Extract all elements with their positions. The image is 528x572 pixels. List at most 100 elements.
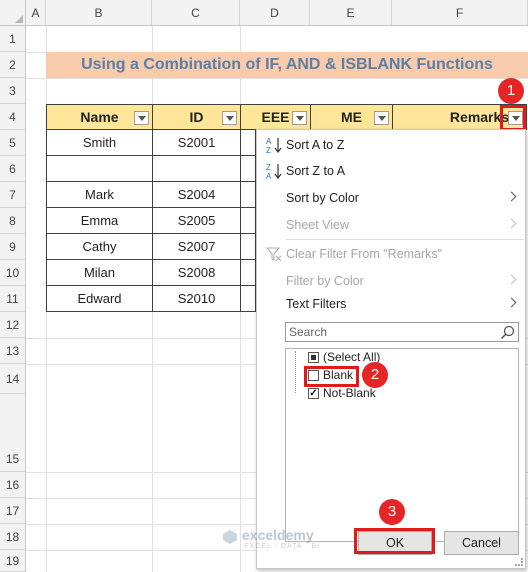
exceldemy-logo-icon — [222, 529, 238, 545]
filter-dropdown-id[interactable] — [222, 111, 237, 125]
cell-name[interactable]: Cathy — [46, 234, 153, 260]
cell-name[interactable]: Edward — [46, 286, 153, 312]
cancel-button[interactable]: Cancel — [444, 531, 519, 555]
filter-search-input[interactable]: Search — [285, 322, 519, 342]
cell-eee[interactable] — [240, 260, 256, 286]
row-header-13[interactable]: 13 — [0, 338, 26, 364]
chevron-right-icon — [506, 191, 517, 202]
step-badge-1: 1 — [498, 78, 524, 104]
col-header-b[interactable]: B — [46, 0, 152, 26]
row-header-19[interactable]: 19 — [0, 550, 26, 572]
menu-sort-a-to-z-label: Sort A to Z — [286, 138, 345, 152]
menu-sheet-view[interactable]: Sheet View — [257, 212, 525, 238]
col-header-d[interactable]: D — [240, 0, 310, 26]
not-blank-checkbox[interactable]: ✓ — [308, 388, 319, 399]
filter-search-placeholder: Search — [289, 325, 328, 339]
header-me-label: ME — [341, 109, 362, 125]
partial-check-icon — [311, 355, 316, 360]
svg-text:Z: Z — [266, 163, 271, 172]
cell-eee[interactable] — [240, 286, 256, 312]
row-header-17[interactable]: 17 — [0, 498, 26, 524]
filter-dropdown-name[interactable] — [134, 111, 149, 125]
cell-id[interactable] — [152, 156, 241, 182]
select-all-checkbox[interactable] — [308, 352, 319, 363]
svg-text:A: A — [266, 172, 272, 180]
watermark-name: exceldemy — [242, 527, 314, 543]
row-header-2[interactable]: 2 — [0, 52, 26, 78]
cell-id[interactable]: S2007 — [152, 234, 241, 260]
row-header-15[interactable]: 15 — [0, 446, 26, 472]
col-header-c[interactable]: C — [152, 0, 240, 26]
cell-name[interactable]: Smith — [46, 130, 153, 156]
highlight-ok — [354, 528, 435, 554]
cell-eee[interactable] — [240, 234, 256, 260]
resize-handle[interactable] — [515, 558, 523, 566]
cell-id[interactable]: S2005 — [152, 208, 241, 234]
highlight-blank — [304, 366, 359, 387]
menu-sort-by-color[interactable]: Sort by Color — [257, 185, 525, 211]
filter-dropdown-me[interactable] — [374, 111, 389, 125]
row-header-8[interactable]: 8 — [0, 208, 26, 234]
row-header-16[interactable]: 16 — [0, 472, 26, 498]
row-header-14[interactable]: 14 — [0, 364, 26, 394]
cell-eee[interactable] — [240, 130, 256, 156]
tree-line — [295, 351, 297, 393]
menu-text-filters[interactable]: Text Filters — [257, 291, 525, 317]
cell-eee[interactable] — [240, 182, 256, 208]
cell-eee[interactable] — [240, 208, 256, 234]
menu-separator — [286, 239, 524, 240]
row-header-12[interactable]: 12 — [0, 312, 26, 338]
header-remarks-label: Remarks — [449, 109, 510, 125]
cell-id[interactable]: S2004 — [152, 182, 241, 208]
col-header-e[interactable]: E — [310, 0, 392, 26]
step-badge-3: 3 — [379, 499, 405, 525]
header-eee[interactable]: EEE — [240, 104, 311, 130]
search-icon — [500, 325, 515, 340]
cell-id[interactable]: S2010 — [152, 286, 241, 312]
col-header-f[interactable]: F — [392, 0, 528, 26]
cell-id[interactable]: S2001 — [152, 130, 241, 156]
col-header-a[interactable]: A — [26, 0, 46, 26]
row-header-9[interactable]: 9 — [0, 234, 26, 260]
step-badge-2: 2 — [362, 362, 388, 388]
filter-dropdown-eee[interactable] — [292, 111, 307, 125]
cell-id[interactable]: S2008 — [152, 260, 241, 286]
menu-filter-by-color-label: Filter by Color — [286, 274, 364, 288]
chevron-right-icon — [506, 218, 517, 229]
row-header-4[interactable]: 4 — [0, 104, 26, 130]
menu-clear-filter-label: Clear Filter From "Remarks" — [286, 247, 443, 261]
header-me[interactable]: ME — [310, 104, 393, 130]
sheet-title[interactable]: Using a Combination of IF, AND & ISBLANK… — [46, 52, 528, 78]
not-blank-label[interactable]: Not-Blank — [323, 386, 376, 400]
row-header-6[interactable]: 6 — [0, 156, 26, 182]
cell-name[interactable]: Mark — [46, 182, 153, 208]
menu-sort-a-to-z[interactable]: AZ Sort A to Z — [257, 132, 525, 158]
header-id-label: ID — [189, 109, 204, 125]
menu-sort-z-to-a[interactable]: ZA Sort Z to A — [257, 158, 525, 184]
row-header-11[interactable]: 11 — [0, 286, 26, 312]
header-name[interactable]: Name — [46, 104, 153, 130]
svg-text:A: A — [266, 137, 272, 146]
row-header-3[interactable]: 3 — [0, 78, 26, 104]
gridline — [26, 78, 528, 79]
row-header-18[interactable]: 18 — [0, 524, 26, 550]
select-all-corner[interactable] — [0, 0, 26, 26]
header-name-label: Name — [80, 109, 119, 125]
cell-name[interactable]: Milan — [46, 260, 153, 286]
header-eee-label: EEE — [261, 109, 290, 125]
clear-filter-icon — [265, 246, 282, 262]
menu-sheet-view-label: Sheet View — [286, 218, 350, 232]
cell-eee[interactable] — [240, 156, 256, 182]
cell-name[interactable] — [46, 156, 153, 182]
menu-sort-by-color-label: Sort by Color — [286, 191, 359, 205]
row-header-5[interactable]: 5 — [0, 130, 26, 156]
header-id[interactable]: ID — [152, 104, 241, 130]
highlight-remarks-filter — [500, 105, 526, 131]
row-header-7[interactable]: 7 — [0, 182, 26, 208]
menu-clear-filter[interactable]: Clear Filter From "Remarks" — [257, 241, 525, 267]
menu-sort-z-to-a-label: Sort Z to A — [286, 164, 346, 178]
row-header-1[interactable]: 1 — [0, 26, 26, 52]
checkmark-icon: ✓ — [309, 388, 318, 399]
cell-name[interactable]: Emma — [46, 208, 153, 234]
row-header-10[interactable]: 10 — [0, 260, 26, 286]
